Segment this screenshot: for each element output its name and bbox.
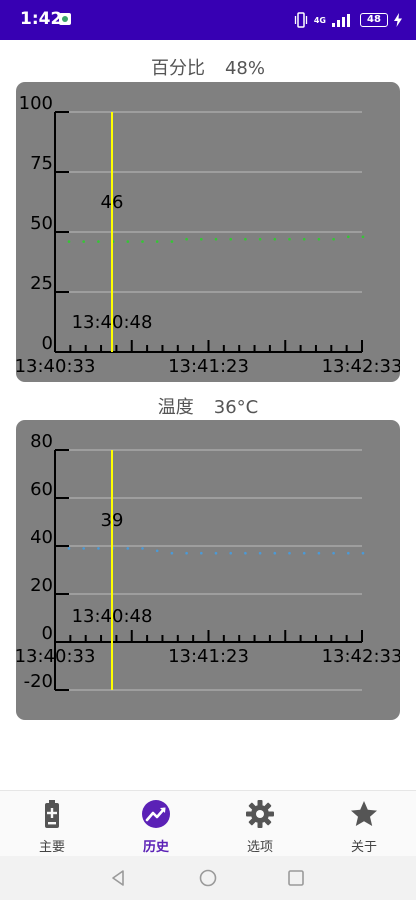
data-point bbox=[317, 551, 321, 555]
signal-icon bbox=[332, 14, 350, 27]
bottom-nav: 主要 历史 选项 关于 bbox=[0, 790, 416, 857]
temperature-value: 36°C bbox=[213, 397, 259, 418]
data-point bbox=[200, 237, 203, 241]
percent-label: 百分比 bbox=[150, 58, 205, 79]
nav-label-about: 关于 bbox=[350, 840, 377, 855]
y-tick-label: 20 bbox=[30, 575, 53, 596]
nav-item-main[interactable]: 主要 bbox=[0, 791, 104, 857]
data-point bbox=[361, 551, 365, 555]
percent-heading: 百分比 48% bbox=[0, 54, 416, 80]
data-point bbox=[126, 547, 130, 550]
data-point bbox=[82, 547, 85, 550]
notification-icon bbox=[59, 13, 71, 25]
data-point bbox=[185, 551, 188, 555]
star-icon bbox=[351, 801, 377, 826]
percent-value: 48% bbox=[224, 58, 265, 79]
x-tick-label: 13:41:23 bbox=[168, 646, 249, 667]
data-point bbox=[97, 240, 100, 243]
gear-icon bbox=[246, 800, 274, 828]
battery-icon bbox=[45, 800, 59, 828]
data-point bbox=[332, 237, 335, 241]
data-point bbox=[361, 235, 365, 239]
data-point bbox=[185, 237, 188, 241]
cursor-time-label: 13:40:48 bbox=[72, 312, 153, 333]
y-tick-label: 0 bbox=[42, 333, 53, 354]
data-point bbox=[288, 237, 291, 241]
x-tick-label: 13:40:33 bbox=[16, 646, 95, 667]
system-nav-bar bbox=[0, 856, 416, 900]
temperature-label: 温度 bbox=[157, 397, 194, 418]
x-tick-label: 13:42:33 bbox=[322, 356, 400, 377]
data-point bbox=[317, 237, 321, 241]
home-icon[interactable] bbox=[198, 868, 218, 888]
nav-item-history[interactable]: 历史 bbox=[104, 791, 208, 857]
nav-item-about[interactable]: 关于 bbox=[312, 791, 416, 857]
data-point bbox=[347, 551, 350, 555]
data-point bbox=[141, 547, 144, 550]
status-icons: 4G 48 bbox=[294, 11, 402, 29]
battery-icon: 48 bbox=[360, 13, 388, 27]
recents-icon[interactable] bbox=[286, 868, 306, 888]
data-point bbox=[229, 551, 232, 555]
data-point bbox=[302, 551, 306, 555]
network-type-label: 4G bbox=[313, 15, 326, 25]
status-time: 1:42 bbox=[20, 9, 63, 29]
data-point bbox=[288, 551, 291, 555]
temperature-chart-card[interactable]: -20 0 20 40 60 80 13:40:33 13:41:23 13:42:33 39 13… bbox=[16, 420, 400, 720]
cursor-value-label: 46 bbox=[101, 192, 124, 213]
data-point bbox=[200, 551, 203, 555]
nav-label-main: 主要 bbox=[38, 840, 65, 855]
y-tick-label: 40 bbox=[30, 527, 53, 548]
status-bar: 1:42 4G 48 bbox=[0, 0, 416, 40]
data-point bbox=[229, 237, 232, 241]
back-icon[interactable] bbox=[108, 868, 128, 888]
data-point bbox=[214, 237, 218, 241]
temperature-heading: 温度 36°C bbox=[0, 393, 416, 419]
cursor-value-label: 39 bbox=[101, 510, 124, 531]
data-point bbox=[155, 549, 159, 553]
y-tick-label: 60 bbox=[30, 479, 53, 500]
x-tick-label: 13:42:33 bbox=[322, 646, 400, 667]
data-point bbox=[82, 240, 85, 243]
data-point bbox=[67, 240, 71, 243]
nav-label-options: 选项 bbox=[246, 840, 273, 855]
x-tick-label: 13:41:23 bbox=[168, 356, 249, 377]
cursor-time-label: 13:40:48 bbox=[72, 606, 153, 627]
data-point bbox=[126, 240, 130, 243]
data-point bbox=[244, 237, 247, 241]
temperature-chart[interactable]: -20 0 20 40 60 80 13:40:33 13:41:23 13:42:33 39 13… bbox=[16, 420, 400, 720]
y-tick-label: 25 bbox=[30, 273, 53, 294]
data-point bbox=[214, 551, 218, 555]
y-tick-label: 80 bbox=[30, 431, 53, 452]
data-point bbox=[67, 547, 71, 550]
percent-chart-card[interactable]: 0 25 50 75 100 13:40:33 13:41:23 13:42:33 46 13:4… bbox=[16, 82, 400, 382]
vibrate-icon bbox=[294, 12, 308, 28]
y-tick-label: 100 bbox=[19, 93, 53, 114]
data-point bbox=[155, 240, 159, 243]
trend-chart-icon bbox=[142, 800, 170, 828]
data-point bbox=[273, 551, 277, 555]
data-point bbox=[258, 551, 262, 555]
data-point bbox=[244, 551, 247, 555]
data-point bbox=[141, 240, 144, 243]
data-point bbox=[170, 240, 174, 243]
y-tick-label: 75 bbox=[30, 153, 53, 174]
data-point bbox=[332, 551, 335, 555]
data-point bbox=[347, 235, 350, 239]
data-point bbox=[170, 551, 174, 555]
y-tick-label: 50 bbox=[30, 213, 53, 234]
data-point bbox=[273, 237, 277, 241]
charging-icon bbox=[394, 13, 402, 27]
y-tick-label: -20 bbox=[24, 671, 53, 692]
data-point bbox=[258, 237, 262, 241]
nav-item-options[interactable]: 选项 bbox=[208, 791, 312, 857]
x-tick-label: 13:40:33 bbox=[16, 356, 95, 377]
percent-chart[interactable]: 0 25 50 75 100 13:40:33 13:41:23 13:42:33 46 13:4… bbox=[16, 82, 400, 382]
nav-label-history: 历史 bbox=[142, 840, 169, 855]
data-point bbox=[97, 547, 100, 550]
data-point bbox=[302, 237, 306, 241]
y-tick-label: 0 bbox=[42, 623, 53, 644]
